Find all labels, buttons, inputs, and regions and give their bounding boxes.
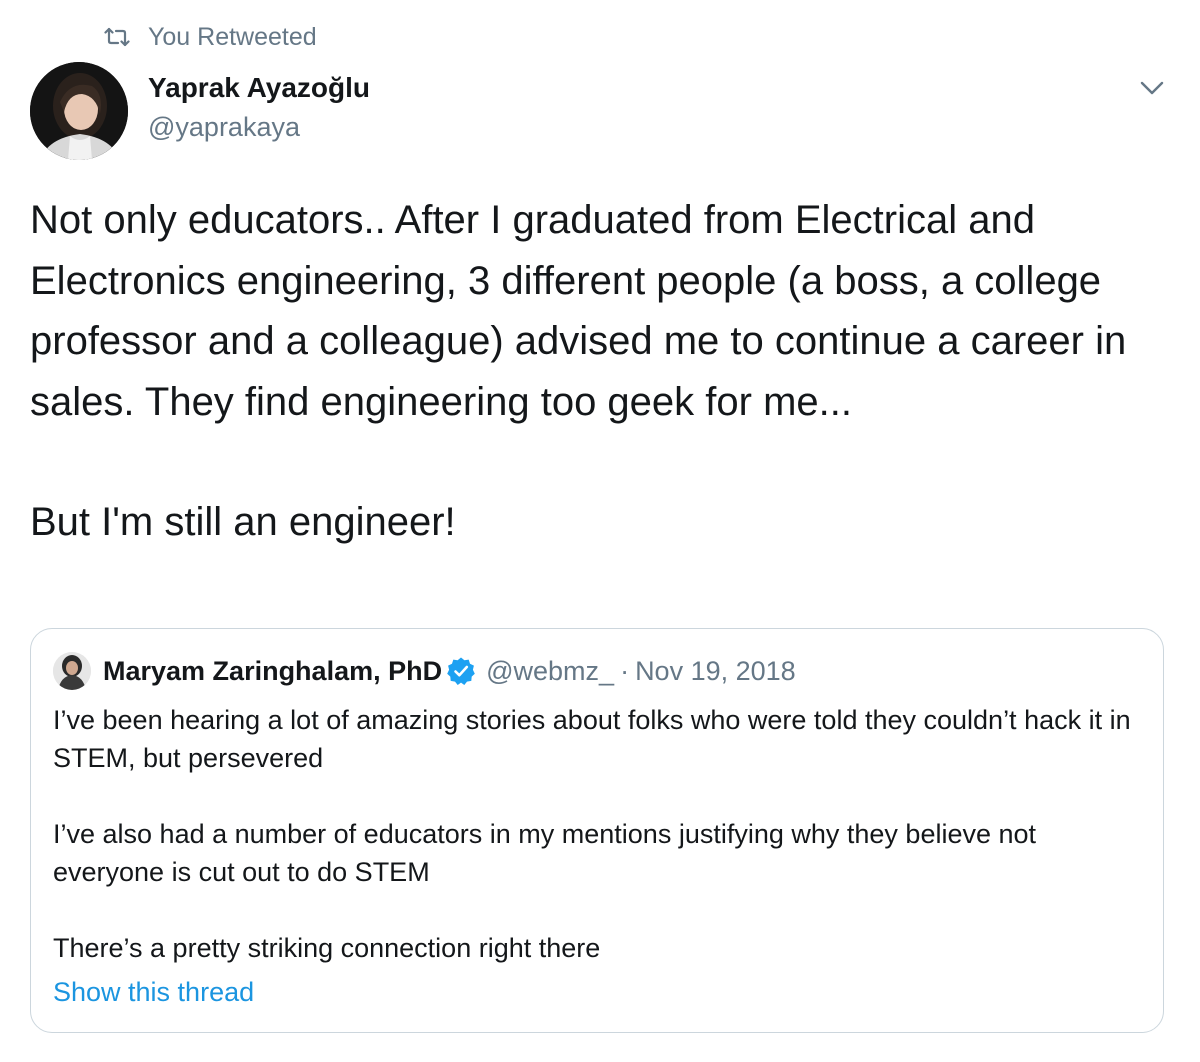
tweet-paragraph: Not only educators.. After I graduated f…: [30, 198, 1127, 424]
quoted-author-photo: [53, 652, 91, 690]
quoted-author-name[interactable]: Maryam Zaringhalam, PhD: [103, 656, 442, 687]
tweet-paragraph: But I'm still an engineer!: [30, 500, 456, 544]
quoted-author-handle[interactable]: @webmz_: [486, 656, 614, 687]
avatar[interactable]: [30, 62, 128, 160]
quoted-tweet-date[interactable]: Nov 19, 2018: [635, 656, 796, 687]
quoted-tweet-card[interactable]: Maryam Zaringhalam, PhD @webmz_ · Nov 19…: [30, 628, 1164, 1033]
quoted-author-avatar[interactable]: [53, 652, 91, 690]
separator-dot: ·: [620, 655, 630, 686]
quoted-paragraph: There’s a pretty striking connection rig…: [53, 933, 601, 963]
quoted-tweet-header: Maryam Zaringhalam, PhD @webmz_ · Nov 19…: [53, 651, 796, 691]
tweet[interactable]: You Retweeted Yaprak Ayazoğlu @yaprakaya…: [0, 0, 1200, 1062]
verified-badge-icon: [447, 657, 475, 685]
retweet-icon: [104, 27, 130, 47]
author-handle[interactable]: @yaprakaya: [148, 112, 300, 143]
author-photo: [30, 62, 128, 160]
quoted-paragraph: I’ve also had a number of educators in m…: [53, 819, 1037, 887]
tweet-text: Not only educators.. After I graduated f…: [30, 190, 1170, 553]
quoted-paragraph: I’ve been hearing a lot of amazing stori…: [53, 705, 1131, 773]
author-name[interactable]: Yaprak Ayazoğlu: [148, 72, 370, 104]
retweet-context-label: You Retweeted: [148, 22, 317, 51]
show-thread-link[interactable]: Show this thread: [53, 977, 254, 1008]
retweet-context: You Retweeted: [104, 22, 317, 52]
chevron-down-icon[interactable]: [1136, 74, 1168, 102]
quoted-tweet-text: I’ve been hearing a lot of amazing stori…: [53, 701, 1133, 967]
